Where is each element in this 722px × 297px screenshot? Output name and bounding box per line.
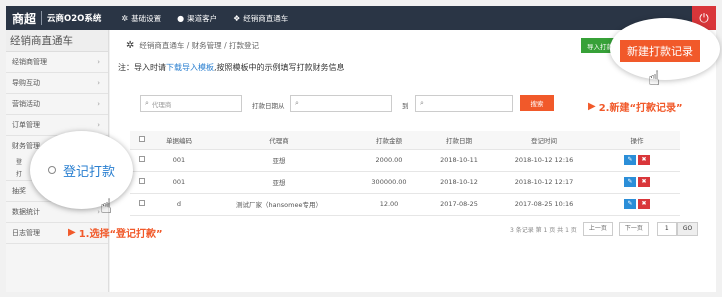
search-icon: ⌕	[295, 99, 299, 107]
table-header-row: 单据编码 代理商 打款金额 打款日期 登记时间 操作	[130, 131, 680, 150]
top-nav: ✲ 基础设置 ● 渠道客户 ❖ 经销商直通车	[121, 13, 304, 24]
breadcrumb-current: 打款登记	[228, 41, 259, 50]
breadcrumb-dealer[interactable]: 经销商直通车	[139, 40, 184, 51]
cell-amount: 300000.00	[354, 171, 424, 194]
double-arrow-icon: ▶	[588, 101, 596, 112]
col-actions: 操作	[594, 131, 680, 150]
delete-icon[interactable]: ✖	[638, 199, 650, 209]
col-amount: 打款金额	[354, 131, 424, 150]
prev-page-button[interactable]: 上一页	[582, 222, 613, 236]
search-icon: ⌕	[145, 99, 149, 107]
zoom-callout-register: 登记打款	[30, 131, 133, 209]
download-template-link[interactable]: 下载导入模板	[166, 63, 214, 72]
cell-registered: 2018-10-12 12:17	[494, 171, 594, 194]
delete-icon[interactable]: ✖	[638, 155, 650, 165]
agent-search-input[interactable]: ⌕ 代理商	[140, 95, 242, 112]
table-row: 001 亚想 2000.00 2018-10-11 2018-10-12 12:…	[130, 149, 680, 172]
breadcrumb: ✲ 经销商直通车 / 财务管理 / 打款登记	[126, 40, 259, 51]
page-input[interactable]: 1	[656, 222, 677, 236]
row-checkbox[interactable]	[139, 200, 145, 206]
cell-code: d	[154, 193, 204, 216]
pointer-hand-icon: ☝	[100, 194, 113, 218]
pagination: 3 条记录 第 1 页 共 1 页 上一页 下一页 1 GO	[510, 222, 699, 236]
sidebar-item-guide-interaction[interactable]: 导购互动 ›	[6, 73, 108, 94]
date-from-input[interactable]: ⌕	[290, 95, 392, 112]
zoom-callout-label[interactable]: 登记打款	[63, 161, 115, 180]
cell-registered: 2018-10-12 12:16	[494, 149, 594, 172]
table-row: 001 亚想 300000.00 2018-10-12 2018-10-12 1…	[130, 171, 680, 194]
cell-amount: 2000.00	[354, 149, 424, 172]
cell-date: 2018-10-12	[424, 171, 494, 194]
users-icon: ❖	[233, 13, 241, 23]
edit-icon[interactable]: ✎	[624, 199, 636, 209]
user-icon: ●	[177, 13, 185, 23]
chevron-right-icon: ›	[97, 58, 100, 66]
step1-annotation: ▶ 1.选择“登记打款”	[68, 227, 163, 240]
date-to-label: 到	[402, 102, 409, 110]
gear-icon: ✲	[126, 40, 135, 51]
select-all-checkbox[interactable]	[139, 135, 145, 142]
radio-dot-icon	[47, 166, 56, 174]
new-payment-record-button[interactable]: 新建打款记录	[620, 40, 700, 62]
sidebar-item-marketing[interactable]: 营销活动 ›	[6, 94, 108, 115]
cell-agent: 亚想	[204, 149, 354, 172]
col-code: 单据编码	[154, 131, 204, 150]
import-note: 注：导入时请下载导入模板,按照模板中的示例填写打款财务信息	[118, 63, 345, 72]
date-to-input[interactable]: ⌕	[415, 95, 513, 112]
gear-icon: ✲	[121, 13, 129, 23]
row-checkbox[interactable]	[139, 156, 145, 162]
cell-registered: 2017-08-25 10:16	[494, 193, 594, 216]
edit-icon[interactable]: ✎	[624, 177, 636, 187]
system-name: 云商O2O系统	[47, 14, 102, 24]
table-row: d 测试厂家（hansomee专用） 12.00 2017-08-25 2017…	[130, 193, 680, 216]
search-button[interactable]: 搜索	[520, 95, 554, 111]
pointer-hand-icon: ☝	[648, 66, 661, 90]
go-button[interactable]: GO	[676, 222, 699, 236]
nav-basic-settings[interactable]: ✲ 基础设置	[121, 13, 161, 24]
cell-date: 2018-10-11	[424, 149, 494, 172]
cell-amount: 12.00	[354, 193, 424, 216]
nav-dealer-express[interactable]: ❖ 经销商直通车	[233, 13, 288, 24]
edit-icon[interactable]: ✎	[624, 155, 636, 165]
cell-code: 001	[154, 149, 204, 172]
breadcrumb-finance[interactable]: 财务管理	[192, 40, 222, 51]
col-date: 打款日期	[424, 131, 494, 150]
logo: 商超 云商O2O系统	[12, 11, 102, 26]
search-icon: ⌕	[420, 99, 424, 107]
delete-icon[interactable]: ✖	[638, 177, 650, 187]
next-page-button[interactable]: 下一页	[618, 222, 649, 236]
chevron-right-icon: ›	[97, 100, 100, 108]
payment-table: 单据编码 代理商 打款金额 打款日期 登记时间 操作 001 亚想 2000.0…	[130, 131, 680, 216]
pagination-summary: 3 条记录 第 1 页 共 1 页	[510, 226, 577, 234]
col-registered: 登记时间	[494, 131, 594, 150]
cell-agent: 亚想	[204, 171, 354, 194]
cell-code: 001	[154, 171, 204, 194]
date-from-label: 打款日期从	[252, 102, 285, 110]
sidebar-title: 经销商直通车	[6, 30, 108, 52]
chevron-right-icon: ›	[97, 79, 100, 87]
step2-annotation: ▶ 2.新建“打款记录”	[588, 101, 683, 114]
double-arrow-icon: ▶	[68, 227, 76, 238]
sidebar-item-dealer-management[interactable]: 经销商管理 ›	[6, 52, 108, 73]
top-bar: 商超 云商O2O系统 ✲ 基础设置 ● 渠道客户 ❖ 经销商直通车 ⏻	[6, 6, 716, 30]
cell-date: 2017-08-25	[424, 193, 494, 216]
cell-agent: 测试厂家（hansomee专用）	[204, 193, 354, 216]
nav-channel-customers[interactable]: ● 渠道客户	[177, 13, 217, 24]
row-checkbox[interactable]	[139, 178, 145, 184]
col-agent: 代理商	[204, 131, 354, 150]
